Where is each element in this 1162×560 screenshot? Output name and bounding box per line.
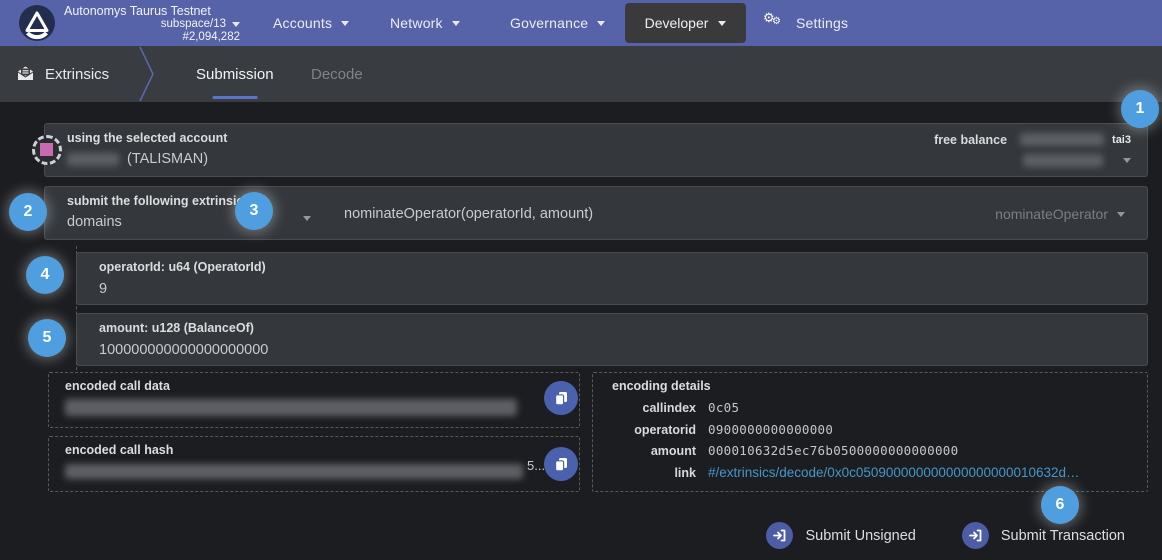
active-tab-underline xyxy=(212,96,257,99)
chevron-down-icon xyxy=(341,21,349,26)
pallet-select[interactable]: domains xyxy=(67,213,1131,231)
param-value[interactable]: 9 xyxy=(99,280,1131,298)
autonomys-logo-icon[interactable] xyxy=(18,4,56,42)
free-balance-value-redacted xyxy=(1020,133,1104,146)
param-label: operatorId: u64 (OperatorId) xyxy=(99,260,1131,275)
account-identicon xyxy=(32,135,62,165)
nav-developer[interactable]: Developer xyxy=(625,3,746,43)
param-amount-field[interactable]: amount: u128 (BalanceOf) 100000000000000… xyxy=(76,313,1148,366)
tab-divider xyxy=(138,46,156,107)
chevron-down-icon xyxy=(718,21,726,26)
selected-account-row[interactable]: using the selected account (TALISMAN) fr… xyxy=(44,123,1148,177)
tab-decode[interactable]: Decode xyxy=(311,46,363,102)
free-balance-label: free balance xyxy=(934,133,1007,147)
chevron-down-icon xyxy=(232,22,240,27)
step-annotation-1: 1 xyxy=(1121,90,1159,128)
encoded-call-data-redacted xyxy=(65,399,517,416)
hash-visible-tail: 5... xyxy=(527,458,545,473)
nav-settings[interactable]: ⚙⚙ Settings xyxy=(763,0,848,46)
callindex-value: 0c05 xyxy=(708,400,739,415)
callindex-label: callindex xyxy=(612,401,696,415)
footer-actions: Submit Unsigned Submit Transaction xyxy=(766,522,1125,549)
copy-icon xyxy=(553,390,569,406)
encoding-details-box: encoding details callindex 0c05 operator… xyxy=(592,372,1148,492)
step-annotation-5: 5 xyxy=(28,319,66,357)
extrinsic-row-label: submit the following extrinsic xyxy=(67,194,1131,209)
step-annotation-4: 4 xyxy=(26,256,64,294)
encoded-call-hash-label: encoded call hash xyxy=(65,443,579,458)
submit-unsigned-button[interactable]: Submit Unsigned xyxy=(766,522,915,549)
step-annotation-2: 2 xyxy=(9,193,47,231)
section-tabbar: Extrinsics Submission Decode xyxy=(0,46,1162,102)
encoding-details-title: encoding details xyxy=(612,379,1147,394)
account-balances: free balance tai3 xyxy=(934,131,1131,169)
gear-icon: ⚙⚙ xyxy=(763,13,787,33)
encoded-call-data-box: encoded call data xyxy=(48,372,580,428)
chain-selector[interactable]: subspace/13 xyxy=(64,18,240,31)
encoded-call-data-label: encoded call data xyxy=(65,379,579,394)
token-unit: tai3 xyxy=(1112,134,1131,146)
account-name-redacted xyxy=(67,153,119,166)
tab-submission[interactable]: Submission xyxy=(196,46,274,102)
secondary-balance-redacted xyxy=(1023,154,1103,167)
chevron-down-icon xyxy=(597,21,605,26)
best-block-number: #2,094,282 xyxy=(64,31,240,44)
encoded-call-hash-box: encoded call hash 5... xyxy=(48,436,580,492)
nav-network[interactable]: Network xyxy=(390,0,460,46)
amount-value: 000010632d5ec76b0500000000000000 xyxy=(708,443,958,458)
call-select[interactable]: nominateOperator xyxy=(995,187,1125,241)
nav-accounts[interactable]: Accounts xyxy=(273,0,349,46)
extrinsics-page: Autonomys Taurus Testnet subspace/13 #2,… xyxy=(0,0,1162,560)
param-label: amount: u128 (BalanceOf) xyxy=(99,321,1131,336)
sign-in-icon xyxy=(962,522,989,549)
copy-call-data-button[interactable] xyxy=(544,381,578,415)
brand-block: Autonomys Taurus Testnet subspace/13 #2,… xyxy=(64,4,240,44)
top-navbar: Autonomys Taurus Testnet subspace/13 #2,… xyxy=(0,0,1162,47)
nav-governance[interactable]: Governance xyxy=(510,0,605,46)
link-label: link xyxy=(612,466,696,480)
operatorid-value: 0900000000000000 xyxy=(708,422,833,437)
call-signature: nominateOperator(operatorId, amount) xyxy=(344,187,593,241)
param-operatorid-field[interactable]: operatorId: u64 (OperatorId) 9 xyxy=(76,252,1148,305)
section-title: Extrinsics xyxy=(45,46,109,102)
step-annotation-6: 6 xyxy=(1041,486,1079,524)
extrinsic-select-row: submit the following extrinsic domains n… xyxy=(44,186,1148,240)
pallet-select-caret-icon[interactable] xyxy=(303,216,311,221)
submit-transaction-button[interactable]: Submit Transaction xyxy=(962,522,1125,549)
network-title: Autonomys Taurus Testnet xyxy=(64,4,240,18)
step-annotation-3: 3 xyxy=(235,192,273,230)
copy-icon xyxy=(553,456,569,472)
operatorid-label: operatorid xyxy=(612,423,696,437)
chevron-down-icon xyxy=(452,21,460,26)
amount-label: amount xyxy=(612,444,696,458)
param-value[interactable]: 100000000000000000000 xyxy=(99,341,1131,359)
sign-in-icon xyxy=(766,522,793,549)
extrinsics-icon xyxy=(17,66,34,81)
account-select-caret-icon[interactable] xyxy=(1123,158,1131,163)
copy-call-hash-button[interactable] xyxy=(544,447,578,481)
call-select-caret-icon xyxy=(1117,212,1125,217)
decode-link[interactable]: #/extrinsics/decode/0x0c0509000000000000… xyxy=(708,465,1080,480)
account-source: (TALISMAN) xyxy=(127,150,208,168)
chain-name: subspace/13 xyxy=(161,18,226,31)
encoded-call-hash-redacted xyxy=(65,464,523,479)
